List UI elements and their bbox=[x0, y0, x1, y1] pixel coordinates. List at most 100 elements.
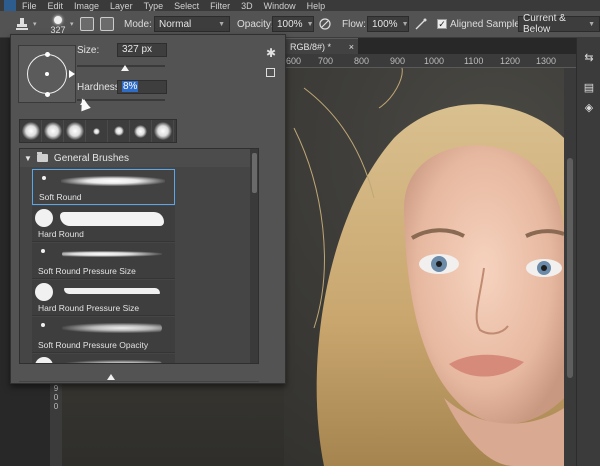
close-tab-icon[interactable]: × bbox=[349, 42, 354, 52]
mode-select[interactable]: Normal ▼ bbox=[154, 16, 230, 32]
menu-bar: File Edit Image Layer Type Select Filter… bbox=[0, 0, 600, 11]
aligned-label: Aligned bbox=[450, 19, 484, 30]
recent-brush-2[interactable] bbox=[42, 120, 64, 142]
small-brush-tip-icon bbox=[93, 127, 100, 135]
sample-select[interactable]: Current & Below ▼ bbox=[518, 13, 600, 35]
chevron-down-icon[interactable]: ▼ bbox=[24, 154, 32, 163]
menu-3d[interactable]: 3D bbox=[241, 1, 253, 11]
size-input[interactable]: 327 px bbox=[117, 43, 167, 57]
menu-edit[interactable]: Edit bbox=[48, 1, 64, 11]
size-slider-thumb[interactable] bbox=[121, 65, 130, 71]
brush-angle-roundness-control[interactable] bbox=[18, 45, 76, 103]
horizontal-ruler: 600 700 800 900 1000 1100 1200 1300 bbox=[284, 54, 576, 68]
airbrush-icon[interactable] bbox=[414, 17, 428, 31]
brush-stroke-preview bbox=[60, 212, 164, 226]
opacity-field[interactable]: 100% ▼ bbox=[272, 16, 314, 32]
brush-tip-icon bbox=[54, 16, 62, 24]
brush-preset-item[interactable]: Soft Round bbox=[32, 169, 175, 205]
ruler-tick: 800 bbox=[354, 56, 370, 66]
recent-brush-1[interactable] bbox=[20, 120, 42, 142]
brush-tip-icon bbox=[35, 283, 53, 301]
recent-brush-4[interactable] bbox=[86, 120, 108, 142]
chevron-down-icon: ▼ bbox=[401, 20, 409, 28]
right-panel-dock: ⇆ ▤ ◈ bbox=[576, 38, 600, 466]
scrollbar-thumb[interactable] bbox=[567, 158, 573, 378]
brush-tip-icon bbox=[42, 176, 46, 180]
brush-tip-icon bbox=[41, 323, 45, 327]
soft-brush-tip-icon bbox=[153, 122, 172, 140]
aligned-checkbox[interactable]: ✓ bbox=[437, 19, 447, 29]
brush-name: Hard Round Pressure Size bbox=[38, 303, 140, 313]
sample-value: Current & Below bbox=[523, 13, 566, 35]
brush-tip-icon bbox=[41, 249, 45, 253]
menu-type[interactable]: Type bbox=[144, 1, 164, 11]
brush-group-header[interactable]: ▼ General Brushes bbox=[20, 149, 250, 167]
menu-select[interactable]: Select bbox=[174, 1, 199, 11]
menu-layer[interactable]: Layer bbox=[110, 1, 133, 11]
soft-brush-tip-icon bbox=[43, 122, 62, 140]
ruler-tick: 0 bbox=[53, 393, 59, 402]
roundness-handle-bottom[interactable] bbox=[45, 92, 50, 97]
adjustments-panel-icon[interactable]: ◈ bbox=[583, 102, 595, 114]
recent-brush-3[interactable] bbox=[64, 120, 86, 142]
menu-help[interactable]: Help bbox=[307, 1, 326, 11]
group-name: General Brushes bbox=[53, 152, 129, 164]
portrait-photo[interactable] bbox=[284, 68, 564, 466]
chevron-down-icon: ▼ bbox=[306, 20, 314, 28]
brush-name: Soft Round Pressure Opacity bbox=[38, 340, 149, 350]
menu-image[interactable]: Image bbox=[74, 1, 99, 11]
brush-preset-item[interactable] bbox=[32, 354, 175, 363]
chevron-down-icon: ▼ bbox=[588, 20, 595, 28]
properties-panel-icon[interactable]: ▤ bbox=[583, 82, 595, 94]
brush-stroke-preview bbox=[62, 323, 162, 333]
brush-preset-item[interactable]: Hard Round Pressure Size bbox=[32, 280, 175, 316]
recent-brush-5[interactable] bbox=[108, 120, 130, 142]
brush-name: Hard Round bbox=[38, 229, 84, 239]
brush-list-scrollbar[interactable] bbox=[250, 149, 258, 363]
brush-stroke-preview bbox=[64, 288, 160, 294]
clone-source-panel-icon[interactable] bbox=[100, 17, 114, 31]
clone-stamp-icon[interactable] bbox=[15, 17, 29, 31]
menu-window[interactable]: Window bbox=[264, 1, 296, 11]
scrollbar-thumb[interactable] bbox=[252, 153, 257, 193]
photoshop-logo-icon[interactable] bbox=[4, 0, 16, 11]
ruler-tick: 1000 bbox=[424, 56, 445, 66]
brush-settings-panel-icon[interactable] bbox=[80, 17, 94, 31]
brush-name: Soft Round bbox=[39, 192, 82, 202]
soft-brush-tip-icon bbox=[134, 124, 147, 138]
brush-preset-item[interactable]: Hard Round bbox=[32, 206, 175, 242]
ruler-tick: 700 bbox=[318, 56, 334, 66]
soft-brush-tip-icon bbox=[113, 126, 124, 136]
mode-value: Normal bbox=[159, 18, 192, 30]
hardness-input[interactable]: 8% bbox=[117, 80, 167, 94]
brush-preset-picker-button[interactable]: 327 bbox=[48, 14, 68, 36]
new-preset-icon[interactable] bbox=[266, 68, 275, 77]
hardness-label: Hardness: bbox=[77, 82, 123, 93]
menu-file[interactable]: File bbox=[22, 1, 37, 11]
brush-preset-item[interactable]: Soft Round Pressure Opacity bbox=[32, 317, 175, 353]
document-tab[interactable]: RGB/8#) * × bbox=[286, 38, 358, 54]
resize-handle-icon[interactable] bbox=[107, 374, 115, 380]
flow-field[interactable]: 100% ▼ bbox=[367, 16, 409, 32]
canvas-vertical-scrollbar[interactable] bbox=[564, 68, 576, 466]
ruler-tick: 600 bbox=[286, 56, 302, 66]
chevron-down-icon: ▼ bbox=[218, 20, 225, 28]
angle-arrow-icon[interactable] bbox=[69, 70, 75, 78]
brush-preset-item[interactable]: Soft Round Pressure Size bbox=[32, 243, 175, 279]
pressure-opacity-icon[interactable] bbox=[318, 17, 332, 31]
ruler-tick: 1300 bbox=[536, 56, 557, 66]
recent-brush-6[interactable] bbox=[130, 120, 152, 142]
brush-dropdown-icon[interactable]: ▾ bbox=[70, 20, 74, 28]
history-panel-icon[interactable]: ⇆ bbox=[583, 52, 595, 64]
menu-filter[interactable]: Filter bbox=[210, 1, 230, 11]
gear-icon[interactable]: ✱ bbox=[266, 46, 276, 60]
recent-brush-7[interactable] bbox=[152, 120, 174, 142]
brush-tip-icon bbox=[35, 209, 53, 227]
roundness-handle-top[interactable] bbox=[45, 52, 50, 57]
opacity-value: 100% bbox=[277, 18, 303, 30]
soft-brush-tip-icon bbox=[21, 122, 40, 140]
brush-stroke-preview bbox=[62, 360, 162, 363]
hardness-slider[interactable] bbox=[77, 99, 165, 101]
ruler-tick: 9 bbox=[53, 384, 59, 393]
tool-dropdown-icon[interactable]: ▾ bbox=[33, 20, 37, 28]
